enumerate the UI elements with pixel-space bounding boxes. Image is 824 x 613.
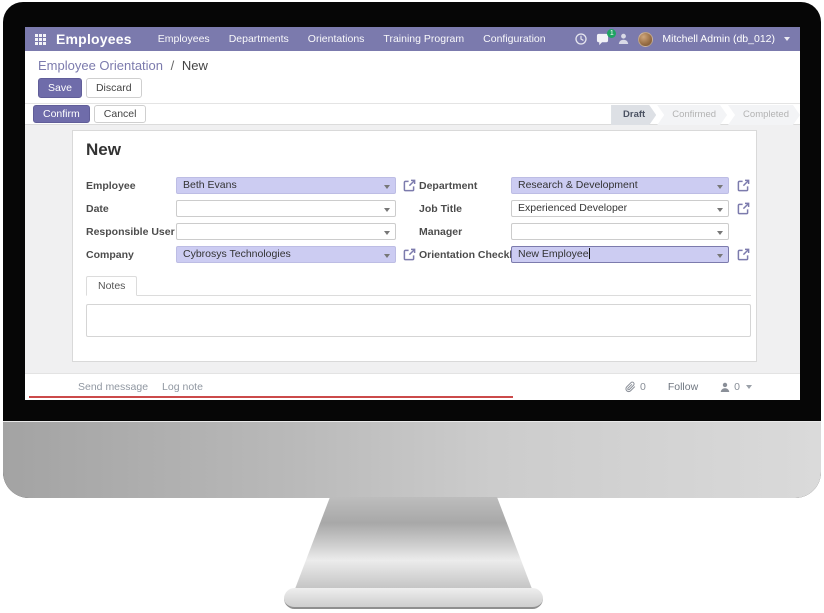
cancel-button[interactable]: Cancel	[93, 105, 147, 123]
record-title: New	[86, 140, 121, 159]
employee-input[interactable]: Beth Evans	[176, 177, 396, 194]
company-input[interactable]: Cybrosys Technologies	[176, 246, 396, 263]
follower-count: 0	[734, 381, 740, 393]
external-link-icon[interactable]	[403, 179, 416, 192]
discard-button[interactable]: Discard	[85, 78, 142, 98]
record-actions: Save Discard	[38, 78, 142, 98]
notebook-tabbar: Notes	[86, 276, 751, 296]
menu-item-employees[interactable]: Employees	[158, 33, 210, 45]
main-menu: Employees Departments Orientations Train…	[158, 33, 546, 45]
responsible-user-label: Responsible User	[86, 226, 175, 238]
breadcrumb-current: New	[181, 58, 208, 73]
menu-item-configuration[interactable]: Configuration	[483, 33, 545, 45]
stage-draft[interactable]: Draft	[611, 105, 656, 125]
dropdown-caret-icon[interactable]	[384, 208, 390, 212]
notes-textarea[interactable]	[86, 304, 751, 337]
monitor-stand-base	[284, 588, 543, 609]
external-link-icon[interactable]	[737, 248, 750, 261]
followers-caret-icon	[746, 385, 752, 389]
stage-completed[interactable]: Completed	[728, 105, 800, 125]
top-navbar: Employees Employees Departments Orientat…	[25, 27, 800, 51]
date-label: Date	[86, 203, 109, 215]
paperclip-icon	[625, 381, 636, 393]
apps-menu-icon[interactable]	[35, 33, 46, 45]
send-message-button[interactable]: Send message	[78, 381, 148, 393]
dropdown-caret-icon[interactable]	[717, 254, 723, 258]
messages-icon[interactable]: 1	[596, 28, 617, 46]
department-value: Research & Development	[518, 179, 638, 191]
external-link-icon[interactable]	[403, 248, 416, 261]
text-cursor	[588, 248, 590, 259]
manager-input[interactable]	[511, 223, 729, 240]
orientation-checklist-input[interactable]: New Employee	[511, 246, 729, 263]
message-count-badge: 1	[607, 28, 617, 38]
orientation-checklist-label: Orientation Checklist	[419, 249, 525, 261]
save-button[interactable]: Save	[38, 78, 82, 98]
department-input[interactable]: Research & Development	[511, 177, 729, 194]
department-label: Department	[419, 180, 478, 192]
breadcrumb: Employee Orientation / New	[38, 58, 208, 73]
breadcrumb-separator: /	[170, 58, 175, 73]
attachments-button[interactable]: 0	[625, 381, 646, 393]
user-switch-icon[interactable]	[618, 33, 629, 45]
user-avatar[interactable]	[638, 31, 654, 47]
dropdown-caret-icon[interactable]	[384, 185, 390, 189]
orientation-checklist-value: New Employee	[518, 248, 589, 260]
job-title-input[interactable]: Experienced Developer	[511, 200, 729, 217]
menu-item-departments[interactable]: Departments	[229, 33, 289, 45]
job-title-value: Experienced Developer	[518, 202, 628, 214]
menu-item-training-program[interactable]: Training Program	[383, 33, 464, 45]
tab-notes[interactable]: Notes	[86, 276, 138, 296]
user-menu-label[interactable]: Mitchell Admin (db_012)	[662, 33, 775, 45]
job-title-label: Job Title	[419, 203, 462, 215]
log-note-button[interactable]: Log note	[162, 381, 203, 393]
app-brand[interactable]: Employees	[56, 31, 132, 47]
employee-value: Beth Evans	[183, 179, 237, 191]
date-input[interactable]	[176, 200, 396, 217]
monitor-mockup: Employees Employees Departments Orientat…	[0, 0, 824, 613]
stage-pipeline: Draft Confirmed Completed	[610, 105, 800, 125]
menu-item-orientations[interactable]: Orientations	[308, 33, 365, 45]
attachment-count: 0	[639, 381, 646, 393]
follower-person-icon	[720, 382, 730, 392]
dropdown-caret-icon[interactable]	[717, 231, 723, 235]
company-value: Cybrosys Technologies	[183, 248, 291, 260]
confirm-button[interactable]: Confirm	[33, 105, 90, 123]
dropdown-caret-icon[interactable]	[384, 231, 390, 235]
external-link-icon[interactable]	[737, 179, 750, 192]
stage-confirmed[interactable]: Confirmed	[657, 105, 727, 125]
followers-button[interactable]: 0	[720, 381, 752, 393]
dropdown-caret-icon[interactable]	[384, 254, 390, 258]
navbar-right: 1 Mitchell Admin (db_012)	[575, 28, 800, 47]
responsible-user-input[interactable]	[176, 223, 396, 240]
manager-label: Manager	[419, 226, 463, 238]
screen: Employees Employees Departments Orientat…	[25, 27, 800, 400]
form-sheet: New Employee Beth Evans Date Responsible…	[72, 130, 757, 362]
dropdown-caret-icon[interactable]	[717, 208, 723, 212]
external-link-icon[interactable]	[737, 202, 750, 215]
form-statusbar: Confirm Cancel Draft Confirmed Completed	[25, 103, 800, 125]
company-label: Company	[86, 249, 134, 261]
activity-clock-icon[interactable]	[575, 33, 588, 45]
monitor-chin	[3, 421, 821, 498]
follow-button[interactable]: Follow	[668, 381, 698, 393]
monitor-stand-neck	[294, 497, 533, 590]
chatter-right: 0 Follow 0	[625, 381, 800, 393]
breadcrumb-parent-link[interactable]: Employee Orientation	[38, 58, 163, 73]
dropdown-caret-icon[interactable]	[717, 185, 723, 189]
screenshot-red-line	[29, 396, 513, 398]
employee-label: Employee	[86, 180, 136, 192]
user-menu-caret-icon[interactable]	[784, 37, 790, 41]
